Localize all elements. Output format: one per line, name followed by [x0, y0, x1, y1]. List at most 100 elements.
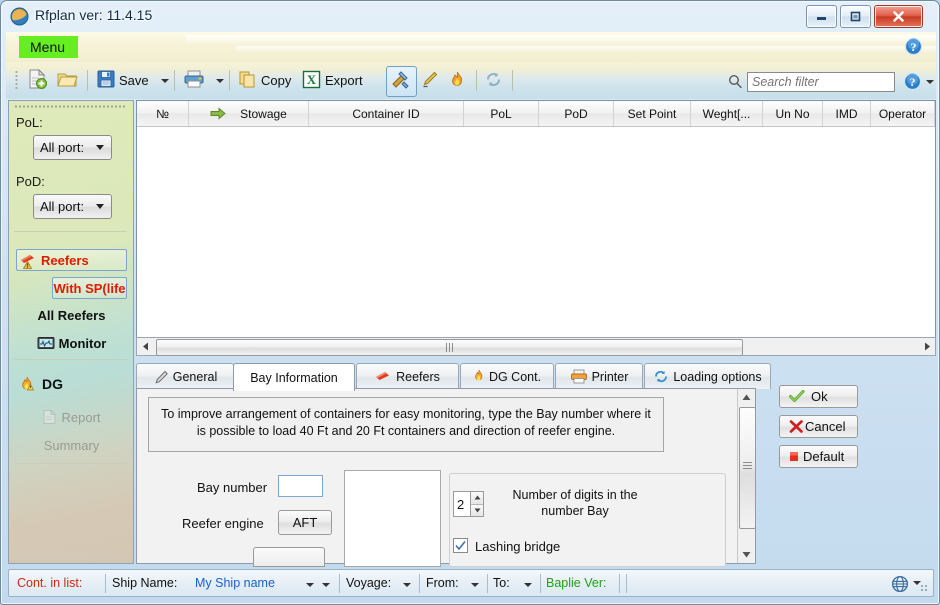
- help-icon[interactable]: ?: [904, 37, 923, 59]
- tab-general[interactable]: General: [136, 363, 234, 389]
- sidebar-grip[interactable]: [14, 105, 127, 108]
- help-icon[interactable]: ?: [903, 72, 922, 94]
- from-dropdown-arrow[interactable]: [471, 583, 479, 587]
- new-document-icon: [26, 68, 48, 93]
- pol-combo[interactable]: All port:: [33, 135, 112, 160]
- grid-column-label: Operator: [878, 106, 927, 121]
- tools-button[interactable]: [390, 68, 411, 93]
- spinner-up-button[interactable]: [470, 492, 483, 505]
- sidebar-item-label: DG: [42, 376, 63, 392]
- grid-header-row: № Stowage Container ID PoL PoD Set Point…: [137, 101, 935, 127]
- digits-spinner[interactable]: 2: [453, 491, 484, 517]
- panel-vertical-scrollbar[interactable]: [737, 389, 756, 563]
- grid-column-operator[interactable]: Operator: [871, 101, 935, 126]
- scroll-thumb-grip: [743, 462, 752, 470]
- grid-column-weight[interactable]: Weght[...: [691, 101, 763, 126]
- ok-button[interactable]: Ok: [779, 385, 858, 408]
- sidebar-item-monitor[interactable]: Monitor: [16, 332, 127, 354]
- dg-flame-button[interactable]: [448, 68, 467, 93]
- horizontal-scroll-thumb[interactable]: [156, 339, 743, 356]
- sidebar-item-with-sp[interactable]: With SP(life: [52, 277, 127, 299]
- search-input[interactable]: [747, 72, 895, 92]
- resize-grip[interactable]: [920, 584, 929, 593]
- grid-column-label: Stowage: [240, 106, 287, 121]
- edit-pencil-button[interactable]: [420, 68, 439, 93]
- pod-combo[interactable]: All port:: [33, 194, 112, 219]
- tab-printer[interactable]: Printer: [555, 363, 643, 389]
- baplie-ver-label: Baplie Ver:: [546, 576, 607, 590]
- print-button[interactable]: [183, 68, 205, 93]
- grid-column-stowage[interactable]: Stowage: [189, 101, 309, 126]
- window-title: Rfplan ver: 11.4.15: [35, 7, 153, 23]
- scroll-up-button[interactable]: [738, 389, 755, 406]
- bay-preview-pane[interactable]: [344, 470, 441, 567]
- tab-reefers[interactable]: Reefers: [356, 363, 459, 389]
- ship-name-value[interactable]: My Ship name: [195, 576, 275, 590]
- scroll-left-button[interactable]: [137, 338, 154, 355]
- grid-column-number[interactable]: №: [137, 101, 189, 126]
- refresh-button[interactable]: [484, 68, 503, 93]
- status-separator: [540, 574, 541, 593]
- toolbar-separator: [174, 70, 175, 91]
- save-button[interactable]: Save: [96, 68, 149, 93]
- tab-bay-information[interactable]: Bay Information: [233, 363, 355, 391]
- grid-column-imd[interactable]: IMD: [823, 101, 871, 126]
- voyage-dropdown-arrow[interactable]: [403, 583, 411, 587]
- sidebar-item-dg[interactable]: DG: [19, 373, 63, 395]
- to-dropdown-arrow[interactable]: [524, 583, 532, 587]
- lashing-bridge-label: Lashing bridge: [475, 539, 561, 554]
- ship-name-dropdown-arrow-2[interactable]: [322, 583, 330, 587]
- default-button[interactable]: Default: [779, 445, 858, 468]
- svg-text:X: X: [307, 72, 317, 87]
- bay-number-input[interactable]: [278, 475, 323, 497]
- grid-column-label: Un No: [775, 106, 810, 121]
- sidebar-item-label: Monitor: [58, 335, 107, 351]
- sidebar-item-reefers[interactable]: Reefers: [16, 249, 127, 271]
- scroll-right-button[interactable]: [918, 338, 935, 355]
- tab-dg-cont[interactable]: DG Cont.: [460, 363, 554, 389]
- print-dropdown-arrow[interactable]: [211, 68, 224, 93]
- cont-in-list-label: Cont. in list:: [17, 576, 83, 590]
- close-button[interactable]: [874, 5, 923, 28]
- reefer-engine-button[interactable]: AFT: [278, 510, 332, 535]
- globe-icon[interactable]: [891, 575, 909, 596]
- copy-button[interactable]: Copy: [237, 68, 291, 93]
- sidebar-divider: [14, 359, 127, 360]
- partially-visible-button[interactable]: [253, 547, 325, 567]
- vertical-scroll-thumb[interactable]: [739, 407, 756, 529]
- toolbar-grip[interactable]: [15, 70, 18, 91]
- grid-column-un-no[interactable]: Un No: [763, 101, 823, 126]
- chevron-left-icon: [142, 342, 148, 351]
- ship-name-dropdown-arrow[interactable]: [306, 583, 314, 587]
- scroll-down-button[interactable]: [738, 546, 755, 563]
- grid-column-label: Container ID: [352, 106, 420, 121]
- chevron-down-icon: [216, 78, 224, 83]
- open-folder-button[interactable]: [56, 68, 78, 93]
- container-grid: № Stowage Container ID PoL PoD Set Point…: [136, 100, 936, 355]
- cancel-button[interactable]: Cancel: [779, 415, 858, 438]
- chevron-up-icon: [474, 495, 480, 500]
- from-label: From:: [426, 576, 459, 590]
- status-separator: [487, 574, 488, 593]
- spinner-down-button[interactable]: [470, 504, 483, 516]
- pencil-icon: [153, 370, 169, 384]
- grid-horizontal-scrollbar[interactable]: [136, 337, 936, 356]
- minimize-button[interactable]: [806, 5, 837, 28]
- chevron-down-icon: [161, 78, 169, 83]
- grid-column-set-point[interactable]: Set Point: [614, 101, 691, 126]
- status-separator: [619, 574, 620, 593]
- new-document-button[interactable]: [26, 68, 48, 93]
- status-separator: [339, 574, 340, 593]
- export-button[interactable]: X Export: [301, 68, 363, 93]
- grid-column-container-id[interactable]: Container ID: [309, 101, 464, 126]
- tab-loading-options[interactable]: Loading options: [644, 363, 771, 389]
- grid-column-pol[interactable]: PoL: [464, 101, 539, 126]
- grid-column-pod[interactable]: PoD: [539, 101, 614, 126]
- maximize-button[interactable]: [840, 5, 871, 28]
- chevron-down-icon[interactable]: [926, 80, 934, 84]
- sidebar-item-label: Summary: [43, 437, 100, 453]
- save-dropdown-arrow[interactable]: [156, 68, 169, 93]
- sidebar-item-all-reefers[interactable]: All Reefers: [16, 304, 127, 326]
- menu-button[interactable]: Menu: [19, 36, 79, 58]
- lashing-bridge-checkbox[interactable]: [453, 538, 468, 553]
